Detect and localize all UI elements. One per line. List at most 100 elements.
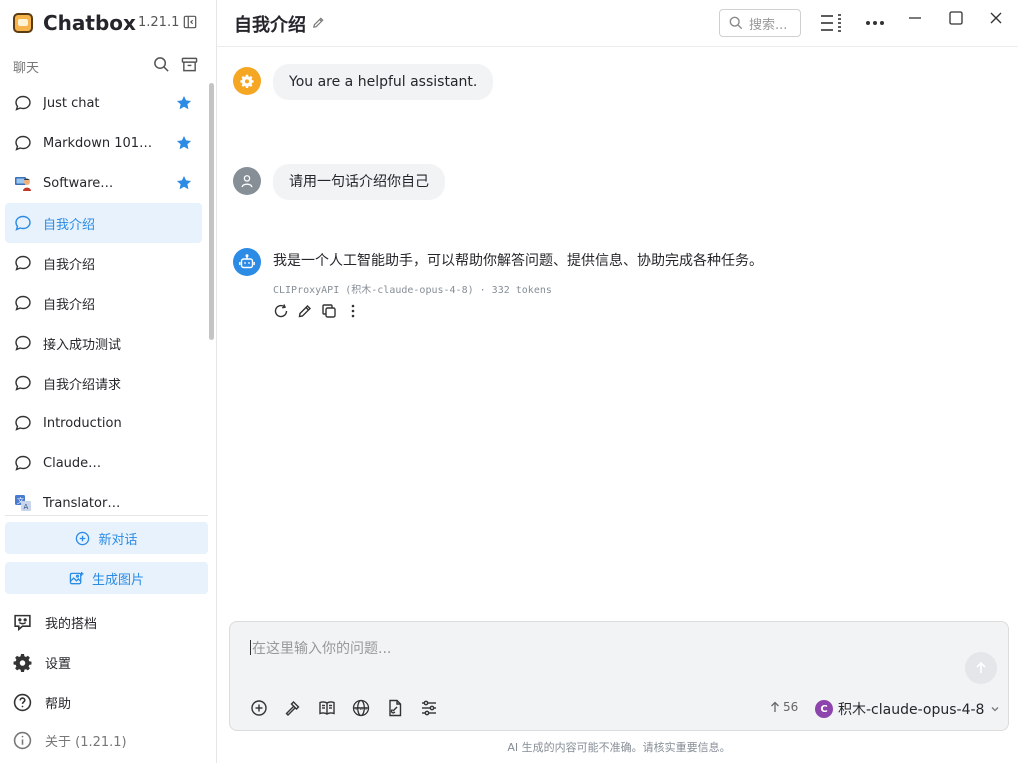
- assistant-avatar: [233, 248, 261, 276]
- user-avatar: [233, 167, 261, 195]
- chat-item[interactable]: Claude…: [5, 443, 202, 483]
- help-label: 帮助: [45, 696, 72, 712]
- window-close-icon[interactable]: [988, 10, 1004, 26]
- assistant-message-meta: CLIProxyAPI (积木-claude-opus-4-8) · 332 t…: [273, 285, 552, 296]
- regenerate-icon[interactable]: [273, 303, 289, 319]
- chat-item[interactable]: 文 A Translator…: [5, 483, 202, 513]
- web-globe-icon[interactable]: www: [352, 699, 370, 717]
- send-button[interactable]: [965, 652, 997, 684]
- chat-bubble-icon: [15, 95, 31, 111]
- page-title: 自我介绍: [234, 15, 306, 36]
- my-copilots-label: 我的搭档: [45, 616, 98, 632]
- toc-list-icon[interactable]: [820, 13, 842, 33]
- chatbox-logo-icon: [13, 13, 33, 33]
- chat-item-label: 自我介绍: [43, 217, 96, 233]
- chat-bubble-icon: [15, 255, 31, 271]
- window-maximize-icon[interactable]: [948, 10, 964, 26]
- search-chats-icon[interactable]: [153, 56, 170, 73]
- system-avatar: [233, 67, 261, 95]
- chat-item[interactable]: Just chat: [5, 83, 202, 123]
- chat-item[interactable]: 自我介绍: [5, 283, 202, 323]
- book-knowledge-icon[interactable]: [318, 699, 336, 717]
- arrow-up-small-icon: [771, 701, 779, 712]
- user-icon: [241, 175, 253, 188]
- star-icon[interactable]: [176, 135, 192, 151]
- chat-item[interactable]: 自我介绍请求: [5, 363, 202, 403]
- generate-image-button[interactable]: 生成图片: [5, 562, 208, 594]
- edit-message-icon[interactable]: [297, 303, 313, 319]
- chat-item[interactable]: Software…: [5, 163, 202, 203]
- arrow-up-icon: [976, 661, 986, 673]
- svg-text:A: A: [24, 503, 29, 511]
- my-copilots-link[interactable]: 我的搭档: [13, 611, 97, 633]
- message-actions: [273, 303, 369, 319]
- chat-item-label: 自我介绍: [43, 297, 96, 313]
- settings-link[interactable]: 设置: [13, 651, 71, 673]
- translator-avatar-icon: 文 A: [15, 495, 31, 511]
- chat-item-label: Software…: [43, 175, 114, 191]
- app-name: Chatbox: [43, 11, 136, 35]
- window-minimize-icon[interactable]: [907, 10, 923, 26]
- chat-item-label: Translator…: [43, 495, 121, 511]
- more-actions-icon[interactable]: [345, 303, 361, 319]
- chat-item[interactable]: 接入成功测试: [5, 323, 202, 363]
- model-name: 积木-claude-opus-4-8: [838, 702, 985, 718]
- model-selector[interactable]: C 积木-claude-opus-4-8: [815, 698, 1000, 720]
- attach-plus-icon[interactable]: [250, 699, 268, 717]
- chevron-down-icon: [991, 707, 999, 712]
- chat-item-label: 自我介绍: [43, 257, 96, 273]
- chat-item[interactable]: Markdown 101…: [5, 123, 202, 163]
- edit-title-icon[interactable]: [312, 16, 325, 29]
- chat-bubble-icon: [15, 295, 31, 311]
- sidebar: Chatbox 1.21.1 聊天 Just chat Markdown 101…: [0, 0, 217, 763]
- message-input[interactable]: 在这里输入你的问题...: [250, 638, 391, 658]
- hammer-tool-icon[interactable]: [284, 699, 302, 717]
- plus-circle-icon: [76, 531, 90, 545]
- about-link[interactable]: 关于 (1.21.1): [13, 729, 127, 751]
- chat-item[interactable]: Introduction: [5, 403, 202, 443]
- star-icon[interactable]: [176, 175, 192, 191]
- ai-disclaimer: AI 生成的内容可能不准确。请核实重要信息。: [507, 741, 731, 754]
- app-version: 1.21.1: [138, 15, 180, 30]
- token-counter: 56: [770, 700, 798, 714]
- chat-item-label: Markdown 101…: [43, 135, 153, 151]
- composer-toolbar: www: [250, 699, 454, 717]
- robot-icon: [239, 254, 255, 269]
- search-placeholder: 搜索...: [749, 17, 788, 33]
- chat-list: Just chat Markdown 101… Software… 自我介绍 自…: [5, 83, 202, 513]
- sidebar-divider: [5, 515, 208, 516]
- system-message-text: You are a helpful assistant.: [273, 64, 494, 100]
- assistant-message-text: 我是一个人工智能助手，可以帮助你解答问题、提供信息、协助完成各种任务。: [273, 253, 763, 269]
- chat-item-label: 接入成功测试: [43, 337, 122, 353]
- star-icon[interactable]: [176, 95, 192, 111]
- settings-sliders-icon[interactable]: [420, 699, 438, 717]
- search-button[interactable]: 搜索...: [719, 9, 801, 37]
- help-link[interactable]: 帮助: [13, 691, 71, 713]
- token-count-value: 56: [783, 700, 799, 714]
- chat-item-label: Claude…: [43, 455, 102, 471]
- generate-image-label: 生成图片: [91, 572, 144, 588]
- copilot-face-icon: [14, 614, 31, 631]
- archive-icon[interactable]: [181, 56, 198, 73]
- more-options-icon[interactable]: [865, 13, 885, 33]
- chat-list-scrollbar[interactable]: [209, 83, 214, 340]
- chat-header: 自我介绍 搜索...: [217, 0, 1018, 47]
- copy-icon[interactable]: [321, 303, 337, 319]
- chat-item-active[interactable]: 自我介绍: [5, 203, 202, 243]
- new-chat-button[interactable]: 新对话: [5, 522, 208, 554]
- chat-item-label: Introduction: [43, 415, 122, 431]
- brand: Chatbox: [13, 11, 136, 35]
- chat-bubble-icon: [15, 135, 31, 151]
- developer-avatar-icon: [15, 177, 31, 191]
- new-chat-label: 新对话: [98, 532, 138, 548]
- document-link-icon[interactable]: [386, 699, 404, 717]
- chats-section-label: 聊天: [13, 61, 40, 76]
- chat-bubble-icon: [15, 375, 31, 391]
- user-message-text: 请用一句话介绍你自己: [273, 164, 445, 200]
- chat-bubble-icon: [15, 215, 31, 231]
- chat-item[interactable]: 自我介绍: [5, 243, 202, 283]
- about-label: 关于 (1.21.1): [45, 734, 127, 750]
- image-plus-icon: [69, 571, 84, 584]
- chat-item-label: Just chat: [43, 95, 100, 111]
- sidebar-collapse-icon[interactable]: [183, 15, 197, 29]
